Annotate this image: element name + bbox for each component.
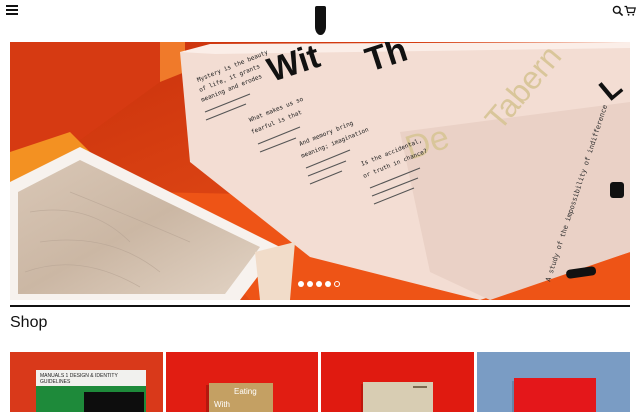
carousel-dot-1[interactable] <box>298 281 304 287</box>
site-header <box>0 0 640 42</box>
carousel-dot-4[interactable] <box>325 281 331 287</box>
product-2-cover-text-1: Eating <box>234 387 257 396</box>
product-tile-3[interactable] <box>321 352 474 412</box>
product-1-book: MANUALS 1 DESIGN & IDENTITY GUIDELINES <box>36 370 146 412</box>
product-1-cover-text: MANUALS 1 DESIGN & IDENTITY GUIDELINES <box>40 373 118 385</box>
hamburger-menu-icon[interactable] <box>6 5 18 15</box>
product-2-book: Eating With <box>209 383 273 412</box>
carousel-dots <box>298 281 340 287</box>
product-4-book <box>514 378 596 412</box>
product-3-book <box>363 382 433 412</box>
cart-icon[interactable] <box>624 4 636 16</box>
product-tile-4[interactable] <box>477 352 630 412</box>
shop-section-title: Shop <box>10 314 48 331</box>
carousel-dot-2[interactable] <box>307 281 313 287</box>
product-tile-1[interactable]: MANUALS 1 DESIGN & IDENTITY GUIDELINES <box>10 352 163 412</box>
carousel-dot-3[interactable] <box>316 281 322 287</box>
product-tile-2[interactable]: Eating With <box>166 352 318 412</box>
section-divider <box>10 305 630 307</box>
hero-carousel[interactable]: Wit Th De Tabern L Mystery is the beauty… <box>10 42 630 300</box>
product-2-cover-text-2: With <box>214 400 230 409</box>
brand-logo[interactable] <box>315 6 326 35</box>
search-icon[interactable] <box>612 4 624 17</box>
carousel-dot-5[interactable] <box>334 281 340 287</box>
hero-image: Wit Th De Tabern L Mystery is the beauty… <box>10 42 630 300</box>
